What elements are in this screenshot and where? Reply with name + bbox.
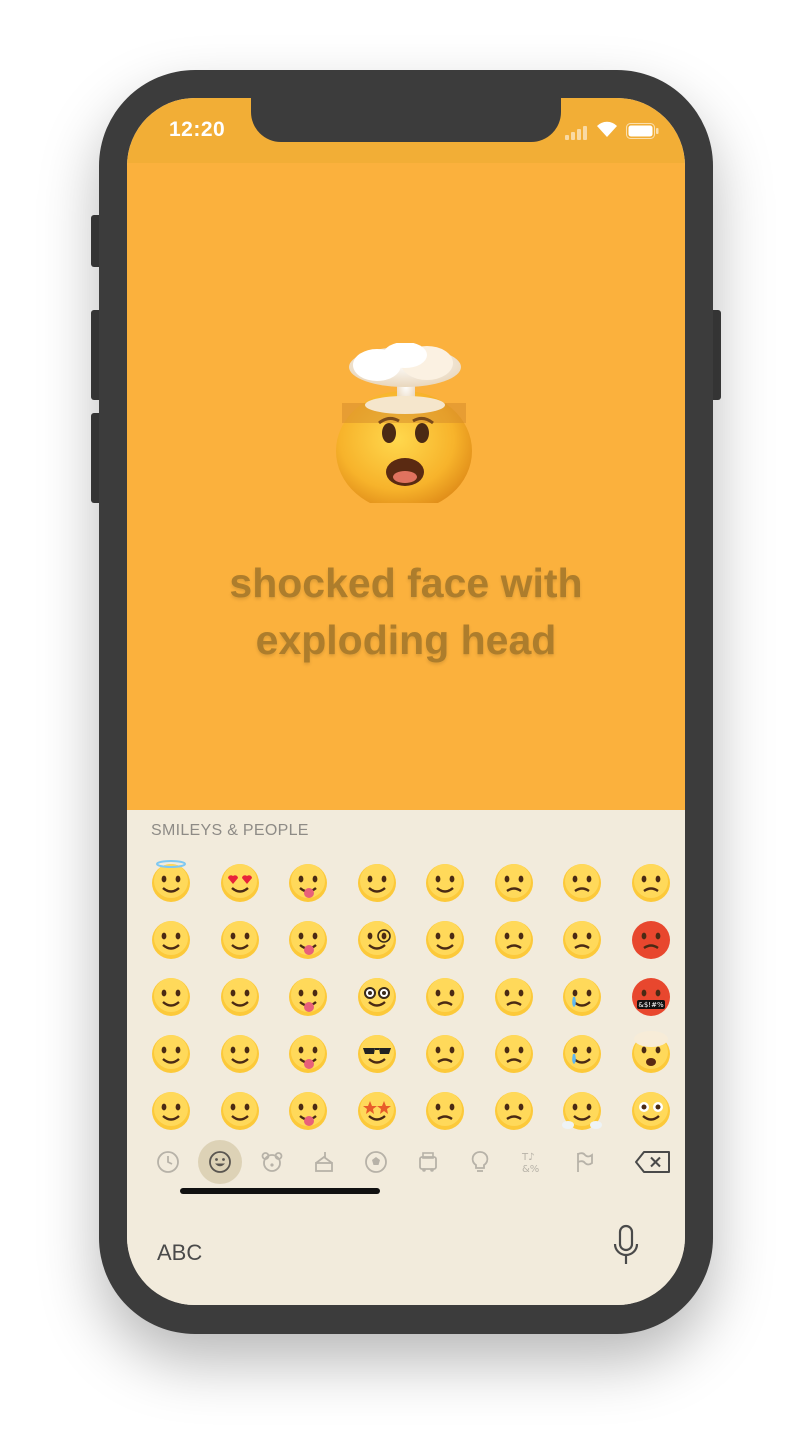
confounded-face-icon[interactable] (480, 1024, 549, 1081)
smileys-icon[interactable] (198, 1140, 242, 1184)
weary-face-icon[interactable] (548, 910, 617, 967)
unamused-face-icon[interactable] (411, 910, 480, 967)
smirking-face-icon[interactable] (411, 853, 480, 910)
signal-icon (565, 124, 589, 140)
face-with-symbols-on-mouth-icon[interactable]: &$!#% (617, 967, 686, 1024)
slightly-frowning-face-icon[interactable] (480, 910, 549, 967)
face-with-steam-from-nose-icon[interactable] (548, 1081, 617, 1138)
squinting-face-with-tongue-icon[interactable] (274, 967, 343, 1024)
face-blowing-a-kiss-icon[interactable] (206, 910, 275, 967)
microphone-icon[interactable] (611, 1224, 641, 1268)
notch (251, 98, 561, 142)
abc-keyboard-button[interactable]: ABC (157, 1240, 202, 1266)
emoji-row: &$!#% (137, 967, 685, 1024)
section-label: SMILEYS & PEOPLE (151, 822, 309, 839)
emoji-name-title: shocked face with exploding head (229, 560, 583, 663)
svg-text:T♪: T♪ (521, 1152, 535, 1163)
recent-icon[interactable] (146, 1140, 190, 1184)
worried-face-icon[interactable] (411, 1081, 480, 1138)
symbols-icon[interactable]: T♪ &% (510, 1140, 554, 1184)
hero-panel: shocked face with exploding head (127, 163, 685, 810)
svg-text:&%: &% (522, 1164, 539, 1175)
smiling-face-with-halo-icon[interactable] (137, 853, 206, 910)
angry-face-icon[interactable] (617, 853, 686, 910)
emoji-row (137, 1081, 685, 1138)
kissing-face-icon[interactable] (206, 967, 275, 1024)
nerd-face-icon[interactable] (343, 967, 412, 1024)
emoji-row (137, 910, 685, 967)
animals-icon[interactable] (250, 1140, 294, 1184)
wifi-icon (597, 121, 617, 137)
svg-text:&$!#%: &$!#% (638, 1001, 664, 1009)
emoji-row (137, 853, 685, 910)
upside-down-face-icon[interactable] (137, 967, 206, 1024)
crying-face-icon[interactable] (548, 967, 617, 1024)
emoji-row (137, 1024, 685, 1081)
face-with-tongue-icon[interactable] (274, 910, 343, 967)
confused-face-icon[interactable] (480, 853, 549, 910)
status-time: 12:20 (169, 118, 226, 141)
face-with-monocle-icon[interactable] (343, 910, 412, 967)
frowning-face-icon[interactable] (480, 967, 549, 1024)
face-savoring-food-icon[interactable] (274, 853, 343, 910)
emoji-keyboard: SMILEYS & PEOPLE &$!#% T♪ &% ABC (127, 810, 685, 1305)
smiling-face-with-heart-eyes-icon[interactable] (206, 853, 275, 910)
food-icon[interactable] (302, 1140, 346, 1184)
battery-icon (626, 123, 659, 139)
objects-icon[interactable] (458, 1140, 502, 1184)
kissing-face-with-closed-eyes-icon[interactable] (206, 1081, 275, 1138)
delete-backspace-icon[interactable] (629, 1140, 677, 1184)
flushed-face-icon[interactable] (617, 1081, 686, 1138)
slightly-smiling-face-icon[interactable] (137, 910, 206, 967)
emoji-grid: &$!#% (137, 853, 685, 1138)
zany-face-icon[interactable] (274, 1081, 343, 1138)
winking-face-with-tongue-icon[interactable] (274, 1024, 343, 1081)
travel-icon[interactable] (406, 1140, 450, 1184)
home-indicator[interactable] (180, 1188, 380, 1194)
status-bar: 12:20 (127, 98, 685, 163)
phone-screen: 12:20 shocked face with exploding head S… (127, 98, 685, 1305)
pensive-face-icon[interactable] (411, 1024, 480, 1081)
exploding-head-icon[interactable] (617, 1024, 686, 1081)
loudly-crying-face-icon[interactable] (548, 1024, 617, 1081)
star-struck-icon[interactable] (343, 1081, 412, 1138)
flags-icon[interactable] (562, 1140, 606, 1184)
pouting-face-icon[interactable] (617, 910, 686, 967)
relieved-face-icon[interactable] (137, 1081, 206, 1138)
exploding-head-icon (336, 343, 472, 503)
tired-face-icon[interactable] (548, 853, 617, 910)
winking-face-icon[interactable] (137, 1024, 206, 1081)
smiling-face-with-sunglasses-icon[interactable] (343, 1024, 412, 1081)
kissing-face-with-smiling-eyes-icon[interactable] (206, 1024, 275, 1081)
face-with-raised-eyebrow-icon[interactable] (343, 853, 412, 910)
disappointed-face-icon[interactable] (411, 967, 480, 1024)
persevering-face-icon[interactable] (480, 1081, 549, 1138)
activity-icon[interactable] (354, 1140, 398, 1184)
category-bar: T♪ &% (127, 1140, 685, 1186)
